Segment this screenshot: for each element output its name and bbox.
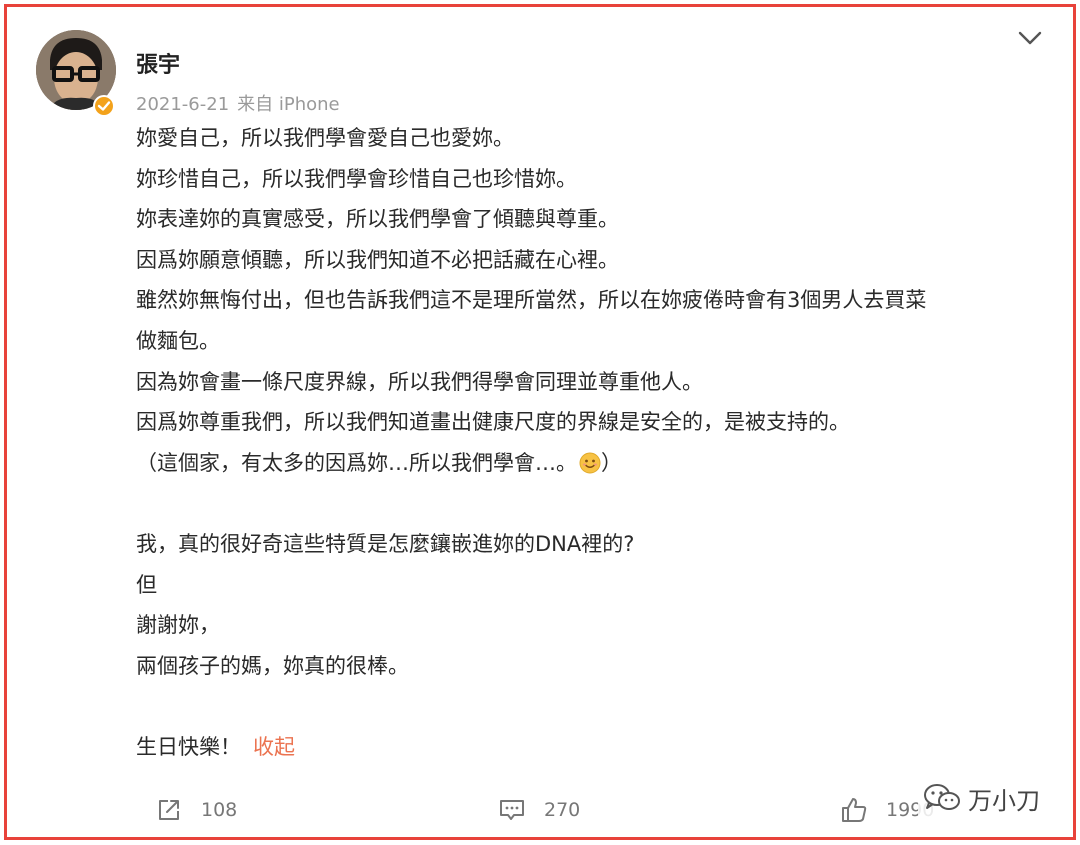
- post-line: 但: [136, 572, 157, 597]
- post-line-tail: ）: [601, 450, 622, 475]
- watermark-text: 万小刀: [968, 786, 1040, 815]
- post-line-with-emoji: （這個家，有太多的因爲妳…所以我們學會…。 ）: [136, 443, 1041, 484]
- post-line-text: （這個家，有太多的因爲妳…所以我們學會…。: [136, 450, 577, 475]
- repost-count: 108: [201, 799, 238, 821]
- chevron-down-icon[interactable]: [1016, 26, 1044, 50]
- post-line: 謝謝妳，: [136, 613, 220, 638]
- comment-button[interactable]: 270: [498, 793, 580, 827]
- collapse-link[interactable]: 收起: [253, 735, 295, 759]
- comment-count: 270: [544, 799, 581, 821]
- post-line: 因為妳會畫一條尺度界線，所以我們得學會同理並尊重他人。: [136, 369, 703, 394]
- author-name[interactable]: 張宇: [136, 47, 180, 79]
- watermark: 万小刀: [918, 778, 1044, 818]
- post-line: 妳愛自己，所以我們學會愛自己也愛妳。: [136, 126, 514, 150]
- post-line: 雖然妳無悔付出，但也告訴我們這不是理所當然，所以在妳疲倦時會有3個男人去買菜: [136, 288, 927, 313]
- post-body: 妳愛自己，所以我們學會愛自己也愛妳。 妳珍惜自己，所以我們學會珍惜自己也珍惜妳。…: [136, 118, 1041, 768]
- repost-button[interactable]: 108: [155, 793, 237, 827]
- post-line: 兩個孩子的媽，妳真的很棒。: [136, 653, 409, 678]
- verified-badge-icon: [93, 95, 115, 117]
- wechat-icon: [924, 784, 960, 810]
- smile-emoji-icon: [579, 447, 601, 474]
- post-last-line: 生日快樂！ 收起: [136, 727, 1041, 768]
- comment-icon: [500, 800, 524, 820]
- post-meta: 2021-6-21 来自 iPhone: [136, 90, 348, 116]
- thumbs-up-icon: [842, 798, 867, 822]
- post-source: 来自 iPhone: [237, 94, 340, 115]
- post-line: 因爲妳尊重我們，所以我們知道畫出健康尺度的界線是安全的，是被支持的。: [136, 410, 850, 435]
- post-line: 因爲妳願意傾聽，所以我們知道不必把話藏在心裡。: [136, 247, 619, 272]
- share-icon: [159, 800, 179, 820]
- post-line: 做麵包。: [136, 328, 220, 353]
- post-line: 我，真的很好奇這些特質是怎麼鑲嵌進妳的DNA裡的?: [136, 531, 635, 556]
- post-date: 2021-6-21: [136, 94, 230, 115]
- post-line: 妳珍惜自己，所以我們學會珍惜自己也珍惜妳。: [136, 166, 577, 191]
- post-line: 妳表達妳的真實感受，所以我們學會了傾聽與尊重。: [136, 207, 619, 232]
- post-line-text: 生日快樂！: [136, 734, 241, 759]
